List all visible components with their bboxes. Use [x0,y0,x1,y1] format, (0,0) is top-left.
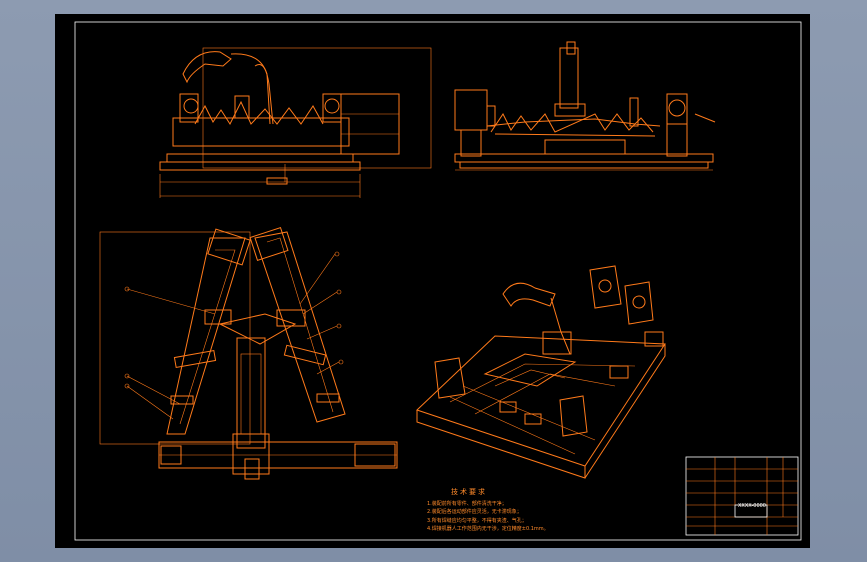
title-block-text: XXXX-0000 [686,457,798,535]
requirement-item: 3.所有焊缝应均匀平整，不得有夹渣、气孔； [427,517,527,524]
isometric-view [416,265,666,479]
front-view [159,47,432,198]
requirement-item: 2.装配后各运动部件应灵活，无卡滞现象； [427,509,522,515]
drawing-sheet: 技术要求 1.装配前所有零件、部件清洗干净； 2.装配后各运动部件应灵活，无卡滞… [55,14,810,548]
plan-view [99,227,398,480]
side-view [454,41,716,171]
requirement-item: 1.装配前所有零件、部件清洗干净； [427,500,507,507]
technical-requirements: 技术要求 1.装配前所有零件、部件清洗干净； 2.装配后各运动部件应灵活，无卡滞… [427,488,549,534]
requirement-item: 4.焊接机器人工作范围内无干涉，定位精度±0.1mm。 [427,526,549,532]
drawing-code: XXXX-0000 [738,503,766,509]
technical-requirements-title: 技术要求 [451,488,487,496]
